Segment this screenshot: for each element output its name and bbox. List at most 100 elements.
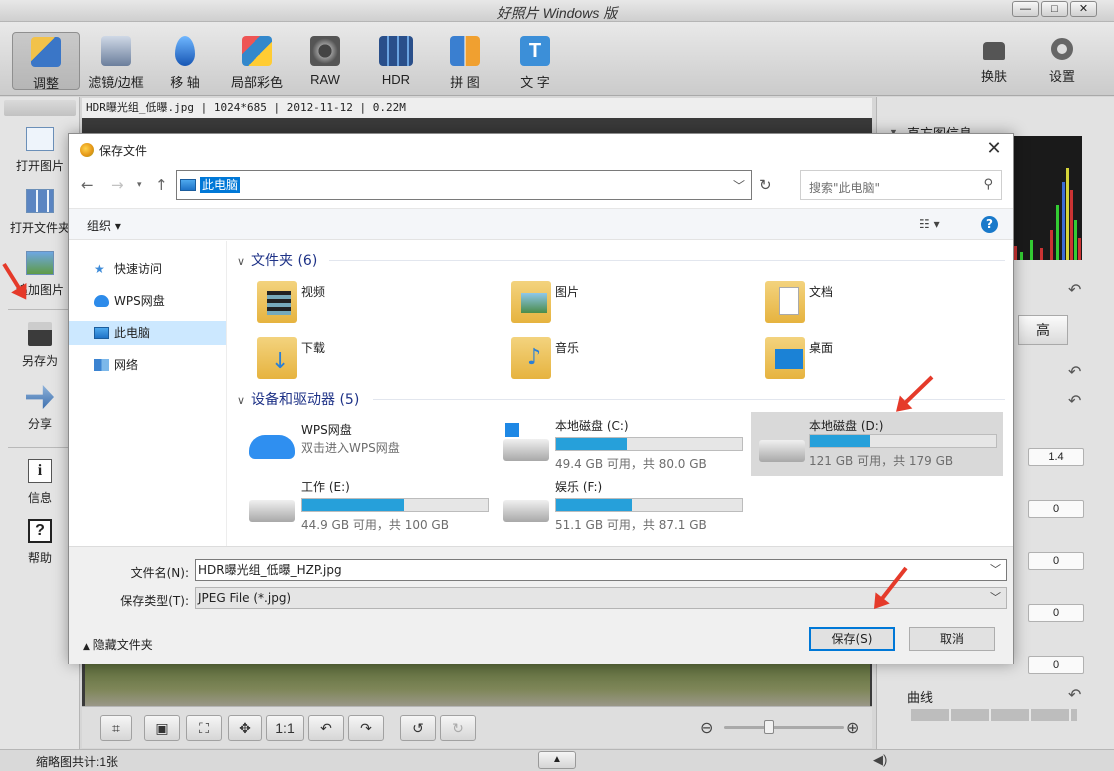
folders-group-header[interactable]: ∨ 文件夹 (6)	[237, 250, 317, 270]
hard-drive-icon	[249, 500, 295, 522]
sidebar-item-label: 分享	[27, 417, 52, 431]
open-image-icon	[26, 127, 54, 151]
rotate-left-button[interactable]: ↶	[308, 715, 344, 741]
tool-filter-label: 滤镜/边框	[88, 75, 144, 90]
drive-item-d[interactable]: 本地磁盘 (D:) 121 GB 可用，共 179 GB	[751, 412, 1003, 476]
address-bar[interactable]: 此电脑 ﹀	[176, 170, 752, 200]
tool-tilt-shift[interactable]: 移 轴	[160, 32, 210, 92]
zoom-in-icon[interactable]: ⊕	[846, 718, 859, 738]
group-divider	[329, 260, 1005, 261]
view-options-icon[interactable]: ☷ ▾	[919, 217, 940, 231]
reset-icon[interactable]: ↶	[1068, 283, 1086, 299]
dialog-close-button[interactable]: ✕	[983, 138, 1005, 160]
forward-arrow-icon[interactable]: →	[111, 176, 124, 194]
nav-item-this-pc[interactable]: 此电脑	[69, 321, 226, 345]
hide-folders-toggle[interactable]: ▲ 隐藏文件夹	[83, 636, 153, 653]
undo-button[interactable]: ↺	[400, 715, 436, 741]
skin-button[interactable]: 换肤	[972, 32, 1016, 92]
group-label: 设备和驱动器 (5)	[251, 392, 360, 408]
close-window-button[interactable]: ✕	[1070, 1, 1097, 17]
tool-local-color[interactable]: 局部彩色	[226, 32, 288, 92]
nav-item-network[interactable]: 网络	[69, 353, 226, 377]
up-arrow-icon[interactable]: ↑	[155, 176, 168, 194]
value-spinner[interactable]: 0	[1028, 500, 1084, 518]
folder-item-desktop[interactable]: 桌面	[765, 337, 995, 387]
tool-filter-frame[interactable]: 滤镜/边框	[84, 32, 148, 92]
folder-item-pictures[interactable]: 图片	[511, 281, 741, 331]
search-placeholder: 搜索"此电脑"	[809, 181, 881, 195]
actual-size-button[interactable]: 1:1	[266, 715, 304, 741]
minimize-button[interactable]: —	[1012, 1, 1039, 17]
maximize-button[interactable]: □	[1041, 1, 1068, 17]
crop-button[interactable]: ⌗	[100, 715, 132, 741]
organize-menu[interactable]: 组织 ▾	[87, 217, 121, 234]
folder-item-downloads[interactable]: ↓ 下载	[257, 337, 487, 387]
folder-item-documents[interactable]: 文档	[765, 281, 995, 331]
reset-icon[interactable]: ↶	[1068, 365, 1086, 381]
tool-collage[interactable]: 拼 图	[442, 32, 488, 92]
chevron-down-icon[interactable]: ﹀	[990, 588, 1001, 608]
chevron-down-icon: ∨	[237, 394, 246, 407]
fit-screen-button[interactable]: ▣	[144, 715, 180, 741]
hide-folders-label: 隐藏文件夹	[92, 638, 153, 652]
value-spinner[interactable]: 0	[1028, 604, 1084, 622]
tool-text-label: 文 字	[520, 75, 550, 90]
sidebar-tab[interactable]	[4, 100, 76, 116]
zoom-slider[interactable]	[724, 720, 844, 734]
save-button[interactable]: 保存(S)	[809, 627, 895, 651]
reset-icon[interactable]: ↶	[1068, 688, 1086, 704]
tab-high[interactable]: 高	[1018, 315, 1068, 345]
tool-adjust[interactable]: 调整	[12, 32, 80, 91]
back-arrow-icon[interactable]: ←	[81, 176, 94, 194]
search-input[interactable]: 搜索"此电脑" ⚲	[800, 170, 1002, 200]
nav-item-wps-cloud[interactable]: WPS网盘	[69, 289, 226, 313]
recent-locations-icon[interactable]: ▾	[137, 180, 142, 190]
navigation-pane: ★ 快速访问 WPS网盘 此电脑 网络	[69, 241, 227, 546]
tool-raw[interactable]: RAW	[302, 32, 348, 92]
sidebar-item-label: 帮助	[27, 551, 52, 565]
drive-item-e[interactable]: 工作 (E:) 44.9 GB 可用，共 100 GB	[249, 478, 499, 536]
drives-group-header[interactable]: ∨ 设备和驱动器 (5)	[237, 389, 359, 409]
filename-label: 文件名(N):	[130, 566, 189, 580]
compare-button[interactable]: ✥	[228, 715, 262, 741]
pictures-folder-icon	[511, 281, 551, 323]
volume-icon[interactable]: ◀)	[873, 752, 887, 768]
help-icon[interactable]: ?	[981, 216, 998, 233]
app-logo-icon	[80, 143, 94, 157]
folder-item-videos[interactable]: 视频	[257, 281, 487, 331]
curve-strip	[911, 709, 1077, 721]
folder-item-music[interactable]: ♪ 音乐	[511, 337, 741, 387]
filename-field[interactable]: HDR曝光组_低曝_HZP.jpg ﹀	[195, 559, 1007, 581]
filename-value: HDR曝光组_低曝_HZP.jpg	[198, 563, 342, 577]
nav-item-quick-access[interactable]: ★ 快速访问	[69, 257, 226, 281]
group-label: 文件夹 (6)	[251, 253, 318, 269]
value-spinner[interactable]: 1.4	[1028, 448, 1084, 466]
documents-folder-icon	[765, 281, 805, 323]
redo-button[interactable]: ↻	[440, 715, 476, 741]
refresh-icon[interactable]: ↻	[759, 176, 772, 194]
rotate-right-button[interactable]: ↷	[348, 715, 384, 741]
film-strip-icon	[379, 36, 413, 66]
value-spinner[interactable]: 0	[1028, 656, 1084, 674]
drive-item-c[interactable]: 本地磁盘 (C:) 49.4 GB 可用，共 80.0 GB	[503, 417, 753, 475]
zoom-fit-button[interactable]: ⛶	[186, 715, 222, 741]
chevron-down-icon[interactable]: ﹀	[733, 177, 745, 194]
cancel-button[interactable]: 取消	[909, 627, 995, 651]
collage-icon	[450, 36, 480, 66]
settings-button[interactable]: 设置	[1038, 32, 1086, 92]
chevron-down-icon[interactable]: ﹀	[990, 560, 1001, 580]
zoom-out-icon[interactable]: ⊖	[700, 718, 713, 738]
address-text[interactable]: 此电脑	[200, 177, 241, 193]
drive-item-f[interactable]: 娱乐 (F:) 51.1 GB 可用，共 87.1 GB	[503, 478, 753, 536]
desktop-folder-icon	[765, 337, 805, 379]
reset-icon[interactable]: ↶	[1068, 394, 1086, 410]
value-spinner[interactable]: 0	[1028, 552, 1084, 570]
chevron-down-icon: ∨	[237, 255, 246, 268]
tool-text[interactable]: T 文 字	[512, 32, 558, 92]
sidebar-divider	[8, 447, 72, 448]
expand-thumbnails-button[interactable]: ▲	[538, 751, 576, 769]
drive-name: 本地磁盘 (D:)	[809, 419, 884, 433]
zoom-slider-handle[interactable]	[764, 720, 774, 734]
tool-hdr[interactable]: HDR	[372, 32, 420, 92]
drive-item-wps[interactable]: WPS网盘 双击进入WPS网盘	[249, 421, 499, 479]
